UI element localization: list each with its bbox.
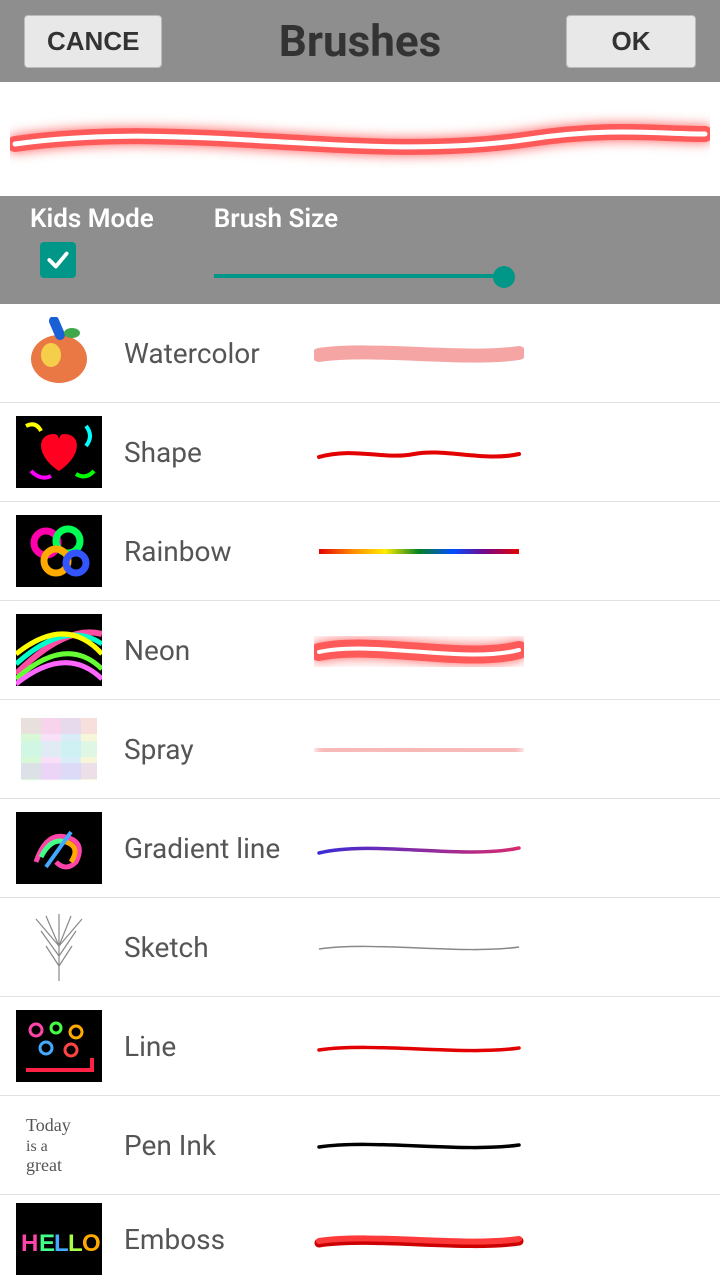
brush-label: Spray [124, 733, 314, 766]
kids-mode-control: Kids Mode [30, 204, 154, 278]
rainbow-icon [16, 515, 102, 587]
brush-row-penink[interactable]: Today is a great Pen Ink [0, 1096, 720, 1195]
svg-text:E: E [39, 1230, 55, 1257]
svg-text:O: O [82, 1230, 101, 1257]
brush-preview [0, 82, 720, 196]
brush-sample-sketch [314, 927, 524, 967]
brush-row-neon[interactable]: Neon [0, 601, 720, 700]
svg-text:great: great [26, 1155, 62, 1175]
brush-size-slider[interactable] [214, 256, 504, 296]
brush-row-spray[interactable]: Spray [0, 700, 720, 799]
brush-thumb-line [16, 1010, 102, 1082]
kids-mode-checkbox[interactable] [40, 242, 76, 278]
cancel-button[interactable]: CANCE [24, 15, 162, 68]
brush-size-control: Brush Size [214, 204, 690, 296]
brush-sample-gradient [314, 828, 524, 868]
preview-stroke-icon [10, 109, 710, 169]
brush-sample-penink [314, 1125, 524, 1165]
brush-row-sketch[interactable]: Sketch [0, 898, 720, 997]
brush-list: Watercolor Shape [0, 304, 720, 1280]
brush-thumb-gradient [16, 812, 102, 884]
brush-thumb-neon [16, 614, 102, 686]
neon-icon [16, 614, 102, 686]
controls-bar: Kids Mode Brush Size [0, 196, 720, 304]
brush-label: Sketch [124, 931, 314, 964]
spray-icon [16, 713, 102, 785]
ok-button[interactable]: OK [566, 15, 696, 68]
brush-sample-line [314, 1026, 524, 1066]
brush-label: Line [124, 1030, 314, 1063]
brush-label: Emboss [124, 1223, 314, 1256]
brush-sample-emboss [314, 1219, 524, 1259]
brush-row-shape[interactable]: Shape [0, 403, 720, 502]
brush-row-emboss[interactable]: H E L L O Emboss [0, 1195, 720, 1280]
svg-text:Today: Today [26, 1115, 71, 1135]
watercolor-icon [16, 317, 102, 389]
brush-thumb-shape [16, 416, 102, 488]
brush-row-rainbow[interactable]: Rainbow [0, 502, 720, 601]
brush-size-label: Brush Size [214, 204, 690, 234]
brush-thumb-spray [16, 713, 102, 785]
brush-thumb-rainbow [16, 515, 102, 587]
slider-track [214, 274, 504, 278]
brush-sample-shape [314, 432, 524, 472]
svg-text:L: L [54, 1230, 69, 1257]
brush-thumb-watercolor [16, 317, 102, 389]
brush-row-line[interactable]: Line [0, 997, 720, 1096]
brush-label: Shape [124, 436, 314, 469]
brush-thumb-penink: Today is a great [16, 1109, 102, 1181]
svg-text:H: H [21, 1230, 38, 1257]
brush-label: Gradient line [124, 832, 314, 865]
gradient-icon [16, 812, 102, 884]
header: CANCE Brushes OK [0, 0, 720, 82]
svg-text:L: L [68, 1230, 83, 1257]
sketch-icon [16, 911, 102, 983]
line-icon [16, 1010, 102, 1082]
brush-label: Neon [124, 634, 314, 667]
brush-label: Pen Ink [124, 1129, 314, 1162]
brush-thumb-sketch [16, 911, 102, 983]
brush-sample-watercolor [314, 333, 524, 373]
brush-sample-rainbow [314, 531, 524, 571]
brush-sample-neon [314, 630, 524, 670]
emboss-icon: H E L L O [16, 1203, 102, 1275]
brush-row-gradient[interactable]: Gradient line [0, 799, 720, 898]
check-icon [45, 247, 71, 273]
page-title: Brushes [279, 15, 441, 67]
brush-label: Watercolor [124, 337, 314, 370]
slider-thumb[interactable] [493, 266, 515, 288]
brush-row-watercolor[interactable]: Watercolor [0, 304, 720, 403]
brush-label: Rainbow [124, 535, 314, 568]
brush-thumb-emboss: H E L L O [16, 1203, 102, 1275]
kids-mode-label: Kids Mode [30, 204, 154, 234]
shape-icon [16, 416, 102, 488]
svg-text:is a: is a [26, 1138, 48, 1155]
penink-icon: Today is a great [16, 1109, 102, 1181]
brush-sample-spray [314, 729, 524, 769]
